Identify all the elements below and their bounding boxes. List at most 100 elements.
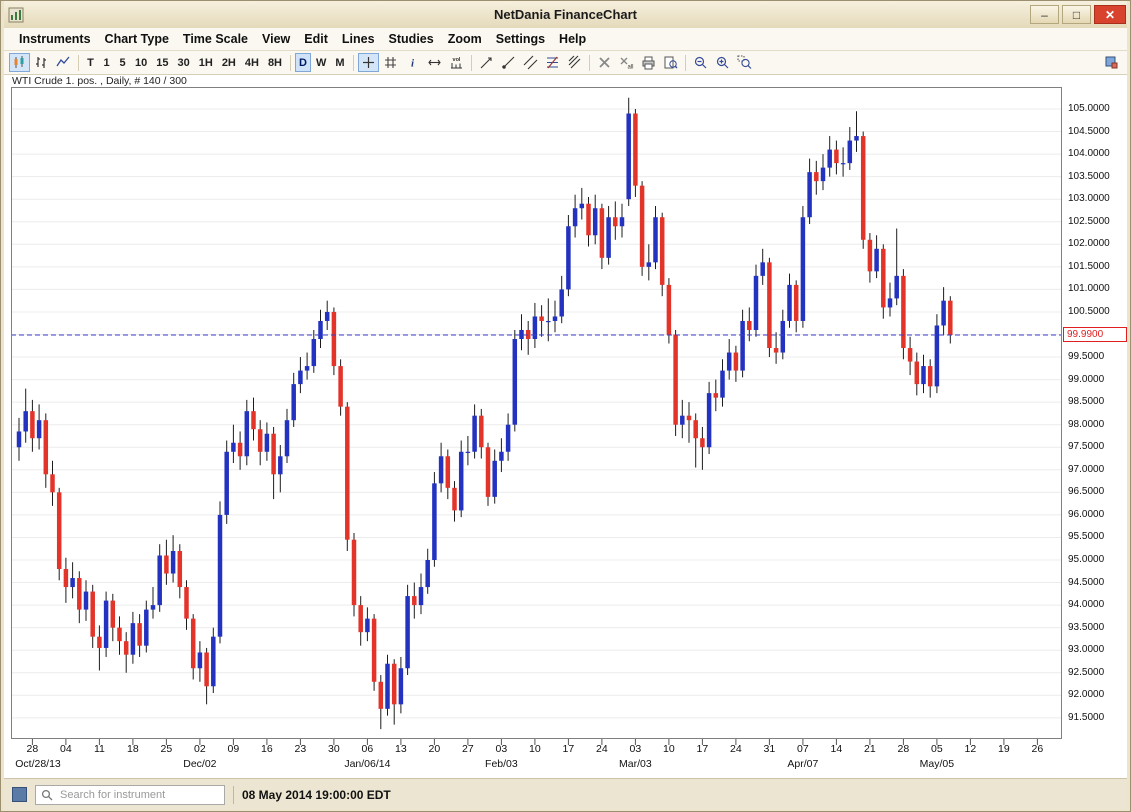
price-axis-label: 91.5000 [1068,712,1104,723]
timeframe-t-button[interactable]: T [83,53,98,72]
chart-region: WTI Crude 1. pos. , Daily, # 140 / 300 1… [4,75,1127,778]
price-axis-label: 103.0000 [1068,193,1110,204]
search-input[interactable] [58,788,219,802]
timeframe-30-button[interactable]: 30 [174,53,194,72]
price-axis-label: 100.5000 [1068,306,1110,317]
timeframe-5-button[interactable]: 5 [115,53,130,72]
fibonacci-icon [545,55,560,70]
svg-text:all: all [627,65,633,71]
price-axis-label: 102.5000 [1068,216,1110,227]
menu-item-settings[interactable]: Settings [489,30,552,48]
search-box [35,785,225,805]
toolbar-separator [290,55,291,71]
toolbar-separator [589,55,590,71]
time-axis-day-label: 10 [657,743,681,755]
time-axis-day-label: 21 [858,743,882,755]
svg-text:i: i [410,58,414,70]
delete-all-lines-button[interactable]: all [616,53,637,72]
print-button[interactable] [638,53,659,72]
timeframe-15-button[interactable]: 15 [152,53,172,72]
channel-button[interactable] [520,53,541,72]
zoom-selection-icon [737,55,752,70]
print-preview-button[interactable] [660,53,681,72]
delete-line-button[interactable] [594,53,615,72]
scroll-horizontal-button[interactable] [424,53,445,72]
zoom-in-icon [715,55,730,70]
app-icon [8,7,24,23]
timeframe-4h-button[interactable]: 4H [241,53,263,72]
candlestick-plot-svg [11,87,1062,747]
ray-line-icon [501,55,516,70]
maximize-button[interactable]: □ [1062,5,1091,24]
window-title: NetDania FinanceChart [4,7,1127,22]
time-axis-day-label: 14 [824,743,848,755]
menu-item-instruments[interactable]: Instruments [12,30,98,48]
delete-all-icon: all [619,55,634,70]
menu-item-lines[interactable]: Lines [335,30,382,48]
line-type-button[interactable] [53,53,74,72]
time-axis-day-label: 13 [389,743,413,755]
timeframe-2h-button[interactable]: 2H [218,53,240,72]
menu-item-studies[interactable]: Studies [382,30,441,48]
add-panel-button[interactable] [1101,53,1122,72]
trendline-button[interactable] [476,53,497,72]
time-axis-day-label: 19 [992,743,1016,755]
menu-item-help[interactable]: Help [552,30,593,48]
print-preview-icon [663,55,678,70]
zoom-selection-button[interactable] [734,53,755,72]
horizontal-arrows-icon [427,55,442,70]
price-axis-label: 92.5000 [1068,667,1104,678]
parallel-lines-button[interactable] [564,53,585,72]
fibonacci-button[interactable] [542,53,563,72]
price-axis[interactable]: 105.0000104.5000104.0000103.5000103.0000… [1062,87,1126,739]
info-button[interactable]: i [402,53,423,72]
menu-item-zoom[interactable]: Zoom [441,30,489,48]
menu-item-edit[interactable]: Edit [297,30,335,48]
zoom-in-button[interactable] [712,53,733,72]
print-icon [641,55,656,70]
time-axis-day-label: 07 [791,743,815,755]
price-axis-label: 96.0000 [1068,509,1104,520]
bar-chart-icon [34,55,49,70]
chart-plot[interactable] [11,87,1062,747]
crosshair-button[interactable] [358,53,379,72]
zoom-out-button[interactable] [690,53,711,72]
time-axis-day-label: 18 [121,743,145,755]
candlestick-type-button[interactable] [9,53,30,72]
time-axis-day-label: 24 [724,743,748,755]
price-axis-label: 99.0000 [1068,374,1104,385]
minimize-button[interactable]: – [1030,5,1059,24]
zoom-out-icon [693,55,708,70]
time-axis-day-label: 23 [288,743,312,755]
toolbar-separator [353,55,354,71]
timeframe-8h-button[interactable]: 8H [264,53,286,72]
grid-button[interactable] [380,53,401,72]
price-axis-label: 95.0000 [1068,554,1104,565]
ray-line-button[interactable] [498,53,519,72]
bar-type-button[interactable] [31,53,52,72]
timeframe-1h-button[interactable]: 1H [195,53,217,72]
period-w-button[interactable]: W [312,53,330,72]
menu-item-time-scale[interactable]: Time Scale [176,30,255,48]
toolbar-separator [78,55,79,71]
time-axis-day-label: 27 [456,743,480,755]
current-price-tag: 99.9900 [1063,327,1127,342]
price-axis-label: 93.0000 [1068,644,1104,655]
time-axis-day-label: 28 [20,743,44,755]
status-separator [233,786,234,804]
price-axis-label: 92.0000 [1068,689,1104,700]
volume-button[interactable]: vol [446,53,467,72]
app-chart-icon [8,7,24,23]
time-axis-day-label: 10 [523,743,547,755]
timeframe-1-button[interactable]: 1 [99,53,114,72]
time-axis-day-label: 12 [958,743,982,755]
parallel-lines-icon [567,55,582,70]
period-d-button[interactable]: D [295,53,311,72]
period-m-button[interactable]: M [331,53,348,72]
menu-item-view[interactable]: View [255,30,297,48]
timeframe-10-button[interactable]: 10 [131,53,151,72]
price-axis-label: 98.5000 [1068,396,1104,407]
menu-item-chart-type[interactable]: Chart Type [98,30,176,48]
delete-icon [597,55,612,70]
close-button[interactable]: ✕ [1094,5,1126,24]
